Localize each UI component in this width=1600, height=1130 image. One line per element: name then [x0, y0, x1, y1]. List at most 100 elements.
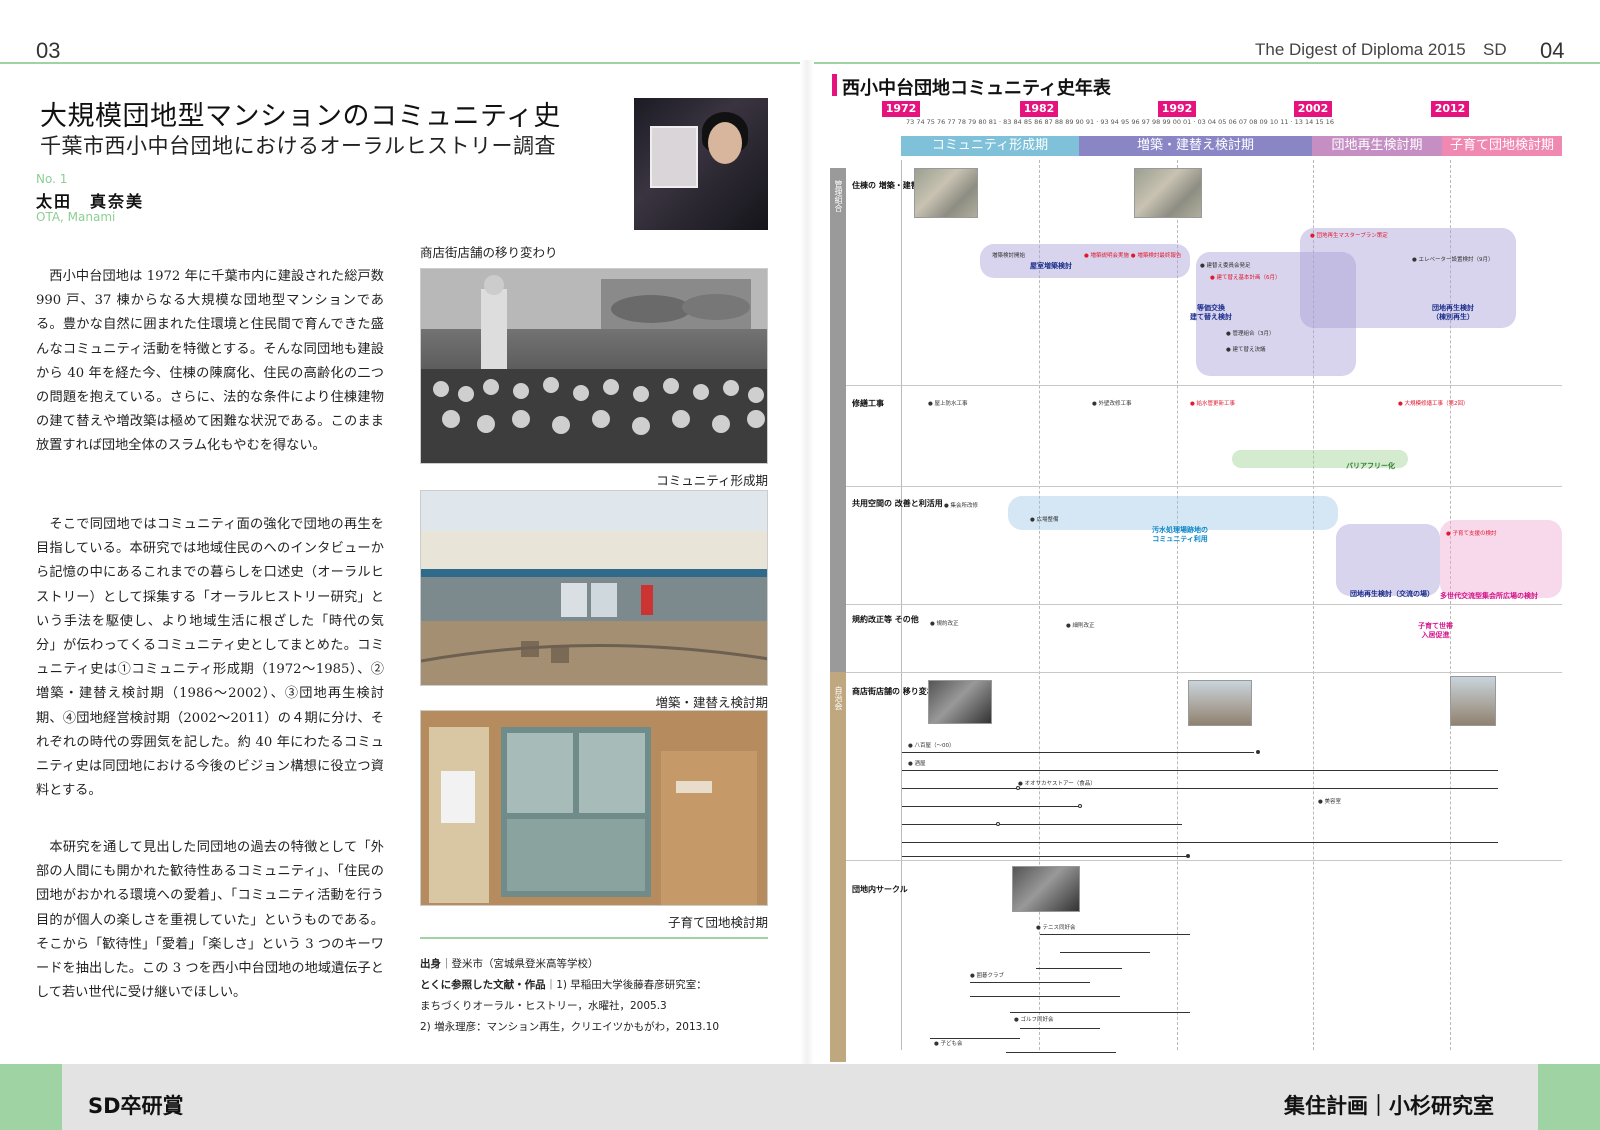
body-paragraph-2: そこで同団地ではコミュニティ面の強化で団地の再生を目指している。本研究では地域住…: [36, 513, 384, 803]
origin-value: 登米市（宮城県登米高等学校）: [451, 958, 599, 970]
gridline-1992: [1177, 160, 1178, 1050]
event-extension-study: 増築検討開始: [992, 253, 1026, 259]
references-label: とくに参照した文献・作品: [420, 979, 546, 991]
circle-line-4: [970, 982, 1090, 983]
note-multigeneration-plaza: 多世代交流型集会所広場の検討: [1440, 592, 1538, 600]
photo-storefront-illustration: [421, 711, 767, 905]
period-childcare: 子育て団地検討期: [1442, 136, 1562, 156]
shop-photo-1990s: [1188, 680, 1252, 726]
section-label-circles: 団地内サークル: [852, 885, 908, 894]
circle-line-5: [970, 996, 1120, 997]
note-regeneration-exchange: 団地再生検討（交流の場）: [1350, 590, 1434, 598]
shop-line-6: [902, 842, 1498, 843]
section-divider-2: [846, 486, 1562, 487]
paragraph-2-text: そこで同団地ではコミュニティ面の強化で団地の再生を目指している。本研究では地域住…: [36, 517, 384, 799]
author-name: 太田 真奈美: [36, 192, 145, 211]
circle-photo: [1012, 866, 1080, 912]
body-paragraph-3: 本研究を通して見出した同団地の過去の特徴として「外部の人間にも開かれた歓待性ある…: [36, 836, 384, 1005]
year-badge-1982: 1982: [1020, 101, 1058, 117]
reference-line-1: とくに参照した文献・作品｜1) 早稲田大学後藤春彦研究室：: [420, 979, 707, 991]
section-label-rules: 規約改正等 その他: [852, 615, 919, 624]
origin-label: 出身: [420, 958, 441, 970]
shop-marker-3: [1078, 804, 1082, 808]
origin-line: 出身｜登米市（宮城県登米高等学校）: [420, 958, 599, 970]
shop-salon: ● 美容室: [1318, 799, 1342, 805]
event-master-plan: ● 団地再生マスタープラン策定: [1310, 233, 1388, 239]
footer-section-label: SD卒研賞: [88, 1094, 184, 1118]
article-title: 大規模団地型マンションのコミュニティ史: [40, 101, 561, 132]
shop-greengrocer: ● 八百屋（〜00）: [908, 743, 955, 749]
aerial-photo-1990s: [1134, 168, 1202, 218]
event-roof-waterproofing: ● 屋上防水工事: [928, 401, 968, 407]
event-water-pipe-renewal: ● 給水管更新工事: [1190, 401, 1236, 407]
event-meeting-hall-renovation: ● 集会所改修: [944, 503, 979, 509]
section-divider-5: [846, 860, 1562, 861]
reference-line-3: 2) 増永理彦：マンション再生，クリエイツかもがわ，2013.10: [420, 1021, 720, 1033]
shop-photo-2012: [1450, 676, 1496, 726]
body-paragraph-1: 西小中台団地は 1972 年に千葉市内に建設された総戸数 990 戸、37 棟か…: [36, 265, 384, 459]
note-child-household-moving: 子育て世帯 入居促進: [1418, 622, 1453, 639]
photo-caption-2: 増築・建替え検討期: [655, 695, 768, 710]
event-management-meeting: ● 管理組合（3月）: [1226, 331, 1275, 337]
sidebar-label-management: 管理組合: [834, 180, 843, 212]
portrait-face: [708, 122, 742, 164]
paragraph-1-text: 西小中台団地は 1972 年に千葉市内に建設された総戸数 990 戸、37 棟か…: [36, 269, 384, 454]
footer-accent-right: [1538, 1064, 1600, 1130]
shop-marker-4: [996, 822, 1000, 826]
shop-line-7: [902, 856, 1188, 857]
reference-1-a: 1) 早稲田大学後藤春彦研究室：: [556, 979, 707, 991]
circle-line-8: [930, 1038, 1020, 1039]
photo-caption-3: 子育て団地検討期: [667, 915, 768, 930]
year-badge-2012: 2012: [1431, 101, 1469, 117]
event-childcare-support: ● 子育て支援の検討: [1446, 531, 1497, 537]
section-label-repairs: 修繕工事: [852, 399, 884, 408]
sidebar-management-association: [830, 168, 846, 672]
entry-number: No. 1: [36, 172, 68, 186]
event-rebuild-resolution: ● 建て替え決議: [1226, 347, 1266, 353]
shop-photo-1970s: [928, 680, 992, 724]
event-rebuild-plan: ● 建て替え基本計画（6月）: [1210, 275, 1281, 281]
circle-tennis: ● テニス同好会: [1036, 925, 1076, 931]
author-romaji: OTA, Manami: [36, 210, 116, 224]
gridline-1982: [1039, 160, 1040, 1050]
year-badge-2002: 2002: [1294, 101, 1332, 117]
header-rule-left: [0, 62, 800, 64]
held-photo-frame: [650, 126, 698, 188]
shop-line-3: [902, 788, 1498, 789]
photo-crowd-illustration: [421, 269, 767, 463]
footer-lab-label: 集住計画｜小杉研究室: [1284, 1094, 1494, 1118]
event-extension-meetings: ● 増築説明会実施 ● 増築検討最終報告: [1084, 253, 1182, 259]
page-number-right: 04: [1540, 38, 1565, 63]
highlight-rooftop-extension: [980, 244, 1190, 278]
note-equivalent-exchange: 等価交換 建て替え検討: [1190, 304, 1232, 321]
aerial-photo-1972: [914, 168, 978, 218]
photo-community-formation: [420, 268, 768, 464]
section-abbreviation: SD: [1483, 40, 1507, 59]
header-rule-right: [814, 62, 1600, 64]
circle-kids: ● 子ども会: [934, 1041, 963, 1047]
section-divider-1: [846, 385, 1562, 386]
note-barrier-free: バリアフリー化: [1346, 462, 1395, 470]
page-number-left: 03: [36, 38, 61, 63]
references-rule: [420, 937, 768, 939]
reference-line-2: まちづくりオーラル・ヒストリー，水曜社，2005.3: [420, 1000, 667, 1012]
shop-line-5: [902, 824, 1182, 825]
circle-golf: ● ゴルフ同好会: [1014, 1017, 1054, 1023]
shop-marker-5: [1186, 854, 1190, 858]
event-bylaw-revision: ● 細則改正: [1066, 623, 1095, 629]
photo-shopping-arcade-illustration: [421, 491, 767, 685]
shop-marker-2: [1016, 786, 1020, 790]
year-badge-1972: 1972: [882, 101, 920, 117]
event-rule-revision: ● 規約改正: [930, 621, 959, 627]
timeline-title: 西小中台団地コミュニティ史年表: [842, 78, 1111, 99]
footer-accent-left: [0, 1064, 62, 1130]
note-regeneration-by-building: 団地再生検討 （棟別再生）: [1432, 304, 1474, 321]
period-community-formation: コミュニティ形成期: [901, 136, 1079, 156]
photo-caption-1: コミュニティ形成期: [656, 473, 768, 488]
section-divider-4: [846, 672, 1562, 673]
circle-line-2: [1060, 952, 1150, 953]
section-divider-3: [846, 604, 1562, 605]
photo-childcare-period: [420, 710, 768, 906]
period-extension-rebuild: 増築・建替え検討期: [1079, 136, 1312, 156]
event-plaza-improvement: ● 広場整備: [1030, 517, 1059, 523]
